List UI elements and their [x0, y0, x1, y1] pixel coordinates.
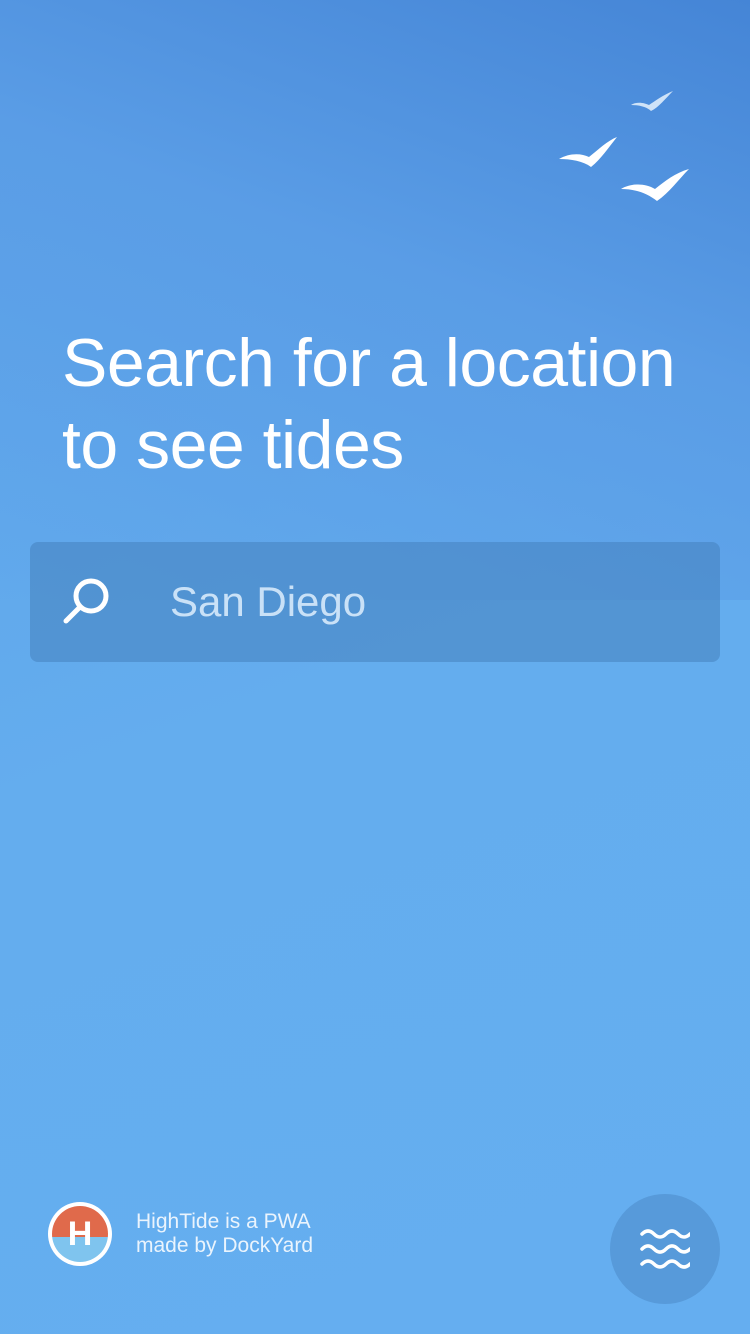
- hightide-logo-icon: H: [48, 1202, 112, 1266]
- waves-icon: [640, 1229, 690, 1269]
- search-icon: [63, 578, 109, 624]
- birds-icon: [559, 91, 689, 201]
- footer-line-2: made by DockYard: [136, 1234, 314, 1257]
- footer-credit: HighTide is a PWA made by DockYard: [136, 1210, 313, 1258]
- search-input[interactable]: [170, 567, 690, 637]
- footer-line-1: HighTide is a PWA: [136, 1210, 311, 1233]
- search-box[interactable]: [30, 542, 720, 662]
- page-title: Search for a location to see tides: [62, 325, 676, 483]
- logo-disc: H: [52, 1206, 108, 1262]
- logo-letter: H: [67, 1215, 93, 1253]
- waves-button[interactable]: [610, 1194, 720, 1304]
